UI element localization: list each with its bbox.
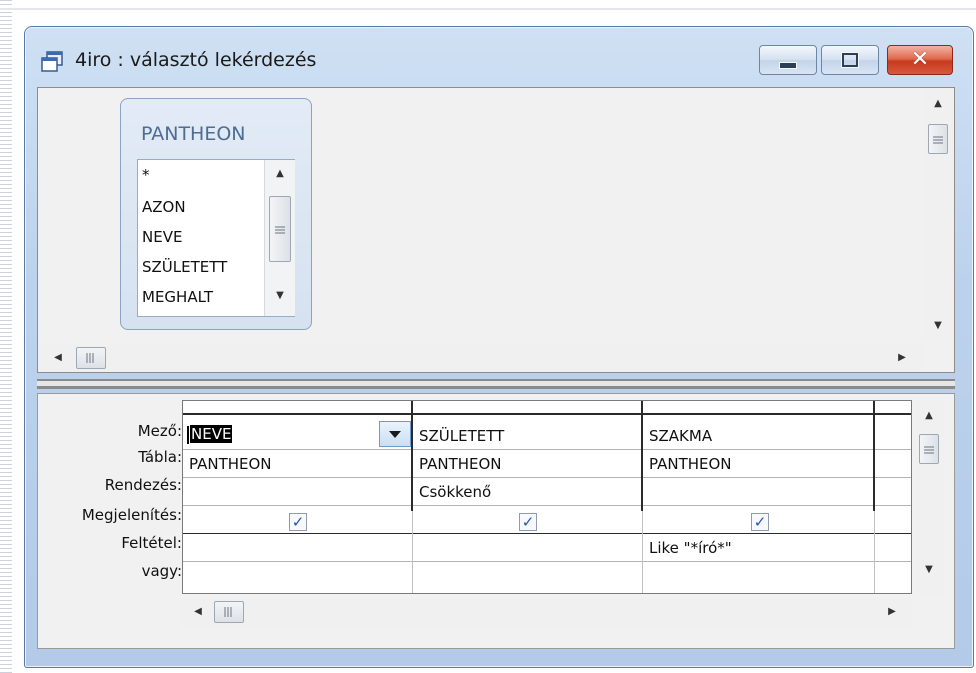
column-separator[interactable] [873, 401, 875, 511]
grid-row-line [183, 477, 911, 478]
selected-field-text: NEVE [190, 425, 233, 443]
scroll-down-icon[interactable]: ▼ [922, 320, 954, 331]
grip-icon [933, 134, 943, 144]
maximize-button[interactable] [821, 45, 879, 75]
field-dropdown-button[interactable] [379, 421, 411, 447]
table-diagram-pane[interactable]: PANTHEON * AZON NEVE SZÜLETETT MEGHALT ▲… [37, 87, 955, 373]
grip-icon [924, 444, 934, 454]
column-separator [642, 511, 643, 593]
scroll-left-icon[interactable]: ◀ [190, 606, 206, 617]
row-label-show: Megjelenítés: [81, 506, 182, 524]
window-stack-icon [41, 51, 63, 72]
grid-vertical-scrollbar[interactable]: ▲ ▼ [914, 400, 944, 594]
cell-sort-col2[interactable]: Csökkenő [419, 483, 491, 501]
show-checkbox-col2[interactable]: ✓ [519, 513, 537, 531]
scroll-thumb[interactable] [919, 434, 939, 464]
field-item-all[interactable]: * [142, 166, 150, 184]
grid-horizontal-scrollbar[interactable]: ◀ ▶ [182, 598, 912, 626]
grip-icon [275, 224, 285, 234]
column-separator [874, 511, 875, 593]
upper-vertical-scrollbar[interactable]: ▲ ▼ [922, 88, 954, 340]
scroll-thumb[interactable] [214, 601, 244, 623]
cell-table-col2[interactable]: PANTHEON [419, 455, 502, 473]
scroll-down-icon[interactable]: ▼ [265, 290, 295, 301]
grip-icon [224, 607, 234, 617]
grip-icon [86, 353, 96, 363]
cell-table-col3[interactable]: PANTHEON [649, 455, 732, 473]
maximize-icon [842, 53, 858, 67]
table-box-pantheon[interactable]: PANTHEON * AZON NEVE SZÜLETETT MEGHALT ▲… [120, 98, 312, 330]
title-bar[interactable]: 4iro : választó lekérdezés ✕ [25, 27, 973, 87]
scroll-thumb[interactable] [269, 196, 291, 262]
upper-horizontal-scrollbar[interactable]: ◀ ▶ [38, 344, 922, 372]
scroll-thumb[interactable] [76, 347, 106, 369]
check-icon: ✓ [521, 512, 535, 531]
scroll-up-icon[interactable]: ▲ [914, 410, 944, 421]
query-design-grid[interactable]: NEVE PANTHEON ✓ SZÜLETETT PANTHEON Csökk… [182, 400, 912, 594]
cell-field-col2[interactable]: SZÜLETETT [419, 427, 504, 445]
check-icon: ✓ [291, 512, 305, 531]
row-label-sort: Rendezés: [104, 476, 182, 494]
scroll-down-icon[interactable]: ▼ [914, 564, 944, 575]
column-separator [412, 511, 413, 593]
background-texture [0, 0, 12, 673]
grid-row-line [183, 533, 911, 534]
chevron-down-icon [389, 430, 401, 438]
cell-table-col1[interactable]: PANTHEON [189, 455, 272, 473]
table-title: PANTHEON [141, 123, 246, 145]
cell-criteria-col3[interactable]: Like "*író*" [649, 539, 732, 557]
grid-header-line [183, 413, 911, 415]
minimize-button[interactable] [759, 45, 817, 75]
cell-field-col1[interactable]: NEVE [187, 425, 233, 444]
scroll-up-icon[interactable]: ▲ [265, 168, 295, 179]
row-label-field: Mező: [137, 422, 182, 440]
column-separator[interactable] [411, 401, 413, 511]
column-separator[interactable] [641, 401, 643, 511]
grid-row-line [183, 561, 911, 562]
scroll-right-icon[interactable]: ▶ [884, 606, 900, 617]
top-divider [0, 8, 976, 10]
text-caret [187, 425, 189, 444]
field-list[interactable]: * AZON NEVE SZÜLETETT MEGHALT ▲ ▼ [137, 159, 295, 317]
scroll-right-icon[interactable]: ▶ [894, 352, 910, 363]
row-label-table: Tábla: [138, 448, 182, 466]
grid-row-line [183, 505, 911, 506]
close-button[interactable]: ✕ [887, 45, 953, 75]
design-grid-pane: Mező: Tábla: Rendezés: Megjelenítés: Fel… [37, 393, 955, 649]
row-label-criteria: Feltétel: [121, 534, 182, 552]
pane-splitter[interactable] [37, 379, 955, 389]
query-window: 4iro : választó lekérdezés ✕ PANTHEON * … [24, 26, 974, 668]
scroll-up-icon[interactable]: ▲ [922, 98, 954, 109]
minimize-icon [779, 61, 797, 69]
close-icon: ✕ [910, 47, 930, 72]
field-item-neve[interactable]: NEVE [142, 228, 182, 246]
check-icon: ✓ [753, 512, 767, 531]
show-checkbox-col1[interactable]: ✓ [289, 513, 307, 531]
field-item-meghalt[interactable]: MEGHALT [142, 288, 213, 306]
grid-row-line [183, 449, 911, 450]
window-title: 4iro : választó lekérdezés [75, 49, 317, 71]
field-item-szuletett[interactable]: SZÜLETETT [142, 258, 227, 276]
row-label-or: vagy: [141, 562, 182, 580]
cell-field-col3[interactable]: SZAKMA [649, 427, 712, 445]
scroll-left-icon[interactable]: ◀ [50, 352, 66, 363]
field-item-azon[interactable]: AZON [142, 198, 186, 216]
show-checkbox-col3[interactable]: ✓ [751, 513, 769, 531]
field-list-scrollbar[interactable]: ▲ ▼ [264, 160, 295, 316]
scroll-thumb[interactable] [928, 124, 948, 154]
